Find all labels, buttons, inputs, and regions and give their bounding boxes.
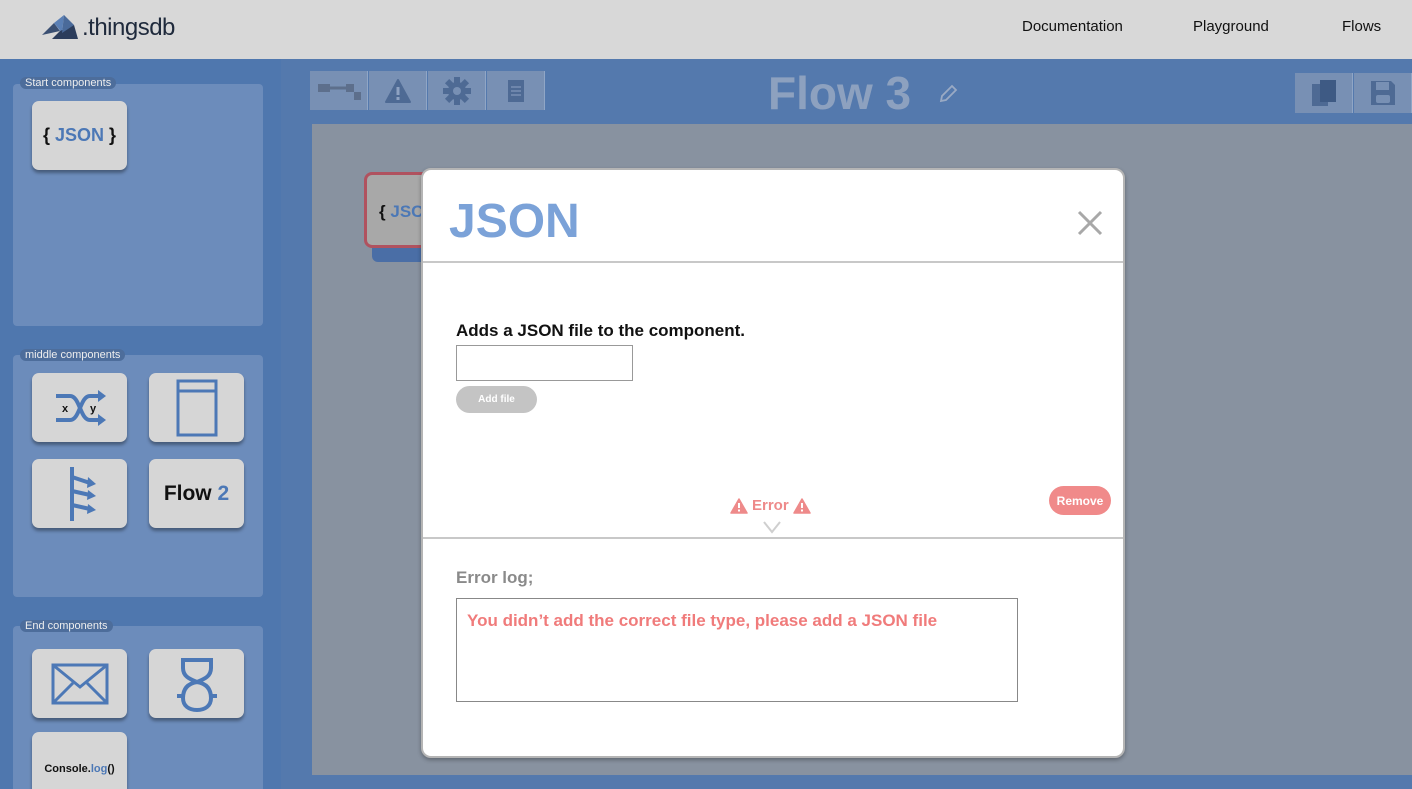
edit-pencil-icon[interactable] xyxy=(938,84,958,104)
middle-components-panel: x y Flow 2 xyxy=(13,355,263,597)
remove-button[interactable]: Remove xyxy=(1049,486,1111,515)
end-components-label: End components xyxy=(20,620,113,632)
start-components-label: Start components xyxy=(20,77,117,89)
json-start-tile[interactable]: { JSON } xyxy=(32,101,127,170)
save-button[interactable] xyxy=(1354,73,1412,113)
close-icon[interactable] xyxy=(1075,208,1105,238)
error-log-text: You didn’t add the correct file type, pl… xyxy=(467,611,938,630)
json-tile-label: { JSON } xyxy=(42,125,117,145)
warnings-button[interactable] xyxy=(369,71,427,110)
modal-description: Adds a JSON file to the component. xyxy=(456,321,746,340)
branch-tile[interactable] xyxy=(32,459,127,528)
nav-playground[interactable]: Playground xyxy=(1193,18,1269,35)
connector-button[interactable] xyxy=(310,71,368,110)
mail-icon xyxy=(51,663,108,704)
end-components-panel: Console.log() xyxy=(13,626,263,789)
top-navbar: .thingsdb Documentation Playground Flows xyxy=(0,0,1412,59)
error-log-box: You didn’t add the correct file type, pl… xyxy=(456,598,1018,702)
error-toggle[interactable]: Error xyxy=(730,497,811,514)
warning-icon xyxy=(792,497,811,514)
branch-arrows-icon xyxy=(69,466,96,521)
swap-xy-icon: x y xyxy=(55,389,106,426)
settings-button[interactable] xyxy=(428,71,486,110)
warning-icon xyxy=(730,497,748,514)
robot-tile[interactable] xyxy=(149,649,244,718)
y-label: y xyxy=(90,403,97,415)
console-log-tile[interactable]: Console.log() xyxy=(32,732,127,789)
header-divider xyxy=(423,261,1123,263)
start-components-panel: { JSON } xyxy=(13,84,263,326)
connector-icon xyxy=(317,83,361,100)
flow-title: Flow 3 xyxy=(768,67,912,119)
logo-text: .thingsdb xyxy=(82,14,175,41)
document-icon xyxy=(176,379,217,436)
mail-tile[interactable] xyxy=(32,649,127,718)
logo-mark-icon xyxy=(42,15,78,39)
json-component-modal: JSON Adds a JSON file to the component. … xyxy=(421,168,1125,758)
thingsdb-logo[interactable]: .thingsdb xyxy=(40,10,175,46)
warning-icon xyxy=(384,78,411,103)
error-toggle-label: Error xyxy=(752,497,789,514)
copy-icon xyxy=(1311,80,1336,106)
middle-components-label: middle components xyxy=(20,349,126,361)
swap-xy-tile[interactable]: x y xyxy=(32,373,127,442)
flow2-tile[interactable]: Flow 2 xyxy=(149,459,244,528)
node-label: { JSC xyxy=(379,202,424,221)
notes-icon xyxy=(507,79,524,102)
nav-flows[interactable]: Flows xyxy=(1342,18,1381,35)
chevron-down-icon[interactable] xyxy=(762,520,782,534)
notes-button[interactable] xyxy=(487,71,545,110)
modal-title: JSON xyxy=(449,195,580,248)
error-divider xyxy=(423,537,1123,539)
copy-button[interactable] xyxy=(1295,73,1353,113)
save-icon xyxy=(1370,81,1395,105)
flow2-label: Flow 2 xyxy=(163,481,230,505)
document-tile[interactable] xyxy=(149,373,244,442)
x-label: x xyxy=(62,403,69,415)
add-file-button[interactable]: Add file xyxy=(456,386,537,413)
nav-documentation[interactable]: Documentation xyxy=(1022,18,1123,35)
components-sidebar: { JSON } Start components x y Flow 2 mid… xyxy=(0,59,281,789)
console-log-label: Console.log() xyxy=(44,763,115,775)
gear-icon xyxy=(442,76,471,105)
robot-icon xyxy=(176,657,217,712)
error-log-label: Error log; xyxy=(456,568,534,587)
file-input[interactable] xyxy=(456,345,633,381)
